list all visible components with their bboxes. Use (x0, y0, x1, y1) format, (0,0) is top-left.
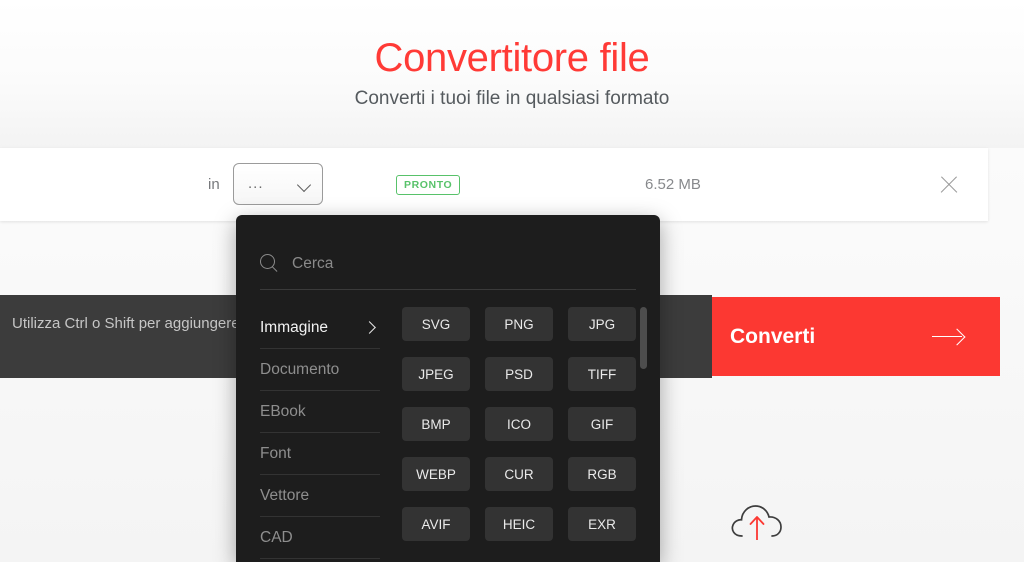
format-chip[interactable]: TIFF (568, 357, 636, 391)
format-chip[interactable]: RGB (568, 457, 636, 491)
format-grid-scrollbar[interactable] (640, 307, 647, 557)
category-label: EBook (260, 402, 306, 420)
format-chip[interactable]: AVIF (402, 507, 470, 541)
category-list: Immagine Documento EBook Font Vettore CA… (260, 307, 380, 559)
chevron-right-icon (365, 322, 376, 333)
convert-button-label: Converti (730, 324, 816, 348)
close-icon[interactable] (936, 172, 962, 198)
format-grid: SVG PNG JPG JPEG PSD TIFF BMP ICO GIF WE… (402, 307, 636, 541)
search-icon (260, 254, 279, 273)
category-label: Immagine (260, 318, 329, 336)
page-subtitle: Converti i tuoi file in qualsiasi format… (354, 88, 670, 109)
format-chip[interactable]: ICO (485, 407, 553, 441)
format-chip[interactable]: JPG (568, 307, 636, 341)
arrow-right-icon (932, 328, 964, 346)
category-item-vettore[interactable]: Vettore (260, 475, 380, 517)
format-chip[interactable]: SVG (402, 307, 470, 341)
category-item-font[interactable]: Font (260, 433, 380, 475)
page-header: Convertitore file Converti i tuoi file i… (0, 0, 1024, 148)
category-label: CAD (260, 528, 293, 546)
format-chip[interactable]: PNG (485, 307, 553, 341)
format-chip[interactable]: HEIC (485, 507, 553, 541)
category-label: Font (260, 444, 292, 462)
status-badge: PRONTO (396, 174, 461, 195)
format-chip[interactable]: PSD (485, 357, 553, 391)
output-format-select[interactable]: ... (233, 163, 323, 205)
category-label: Documento (260, 360, 340, 378)
in-label: in (208, 176, 220, 193)
page-title: Convertitore file (374, 36, 650, 80)
format-chip[interactable]: EXR (568, 507, 636, 541)
category-item-cad[interactable]: CAD (260, 517, 380, 559)
search-row (260, 238, 636, 290)
category-item-immagine[interactable]: Immagine (260, 307, 380, 349)
format-chip[interactable]: JPEG (402, 357, 470, 391)
page-root: Convertitore file Converti i tuoi file i… (0, 0, 1024, 562)
cloud-upload-icon[interactable] (728, 498, 788, 544)
format-dropdown-panel: Immagine Documento EBook Font Vettore CA… (236, 215, 660, 562)
format-chip[interactable]: GIF (568, 407, 636, 441)
scrollbar-thumb[interactable] (640, 307, 647, 369)
format-chip[interactable]: BMP (402, 407, 470, 441)
chevron-down-icon (298, 178, 311, 191)
category-label: Vettore (260, 486, 310, 504)
format-chip[interactable]: CUR (485, 457, 553, 491)
file-size: 6.52 MB (645, 176, 701, 193)
format-chip[interactable]: WEBP (402, 457, 470, 491)
category-item-documento[interactable]: Documento (260, 349, 380, 391)
output-format-value: ... (248, 175, 264, 192)
file-row: in PRONTO 6.52 MB (0, 148, 988, 221)
search-input[interactable] (292, 254, 592, 273)
category-item-ebook[interactable]: EBook (260, 391, 380, 433)
